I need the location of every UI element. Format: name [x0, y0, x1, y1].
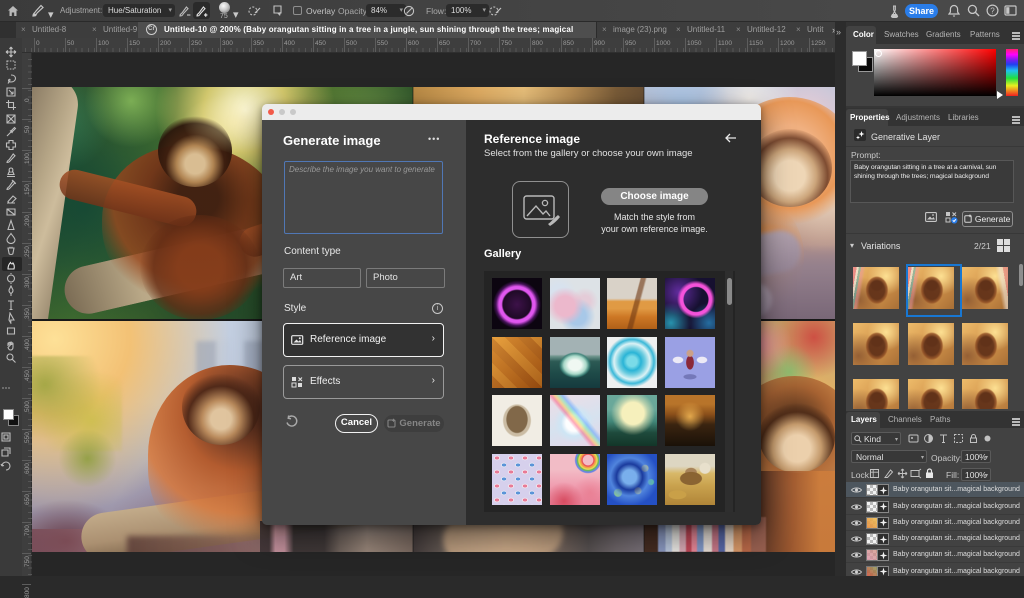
svg-text:?: ? — [990, 6, 995, 15]
